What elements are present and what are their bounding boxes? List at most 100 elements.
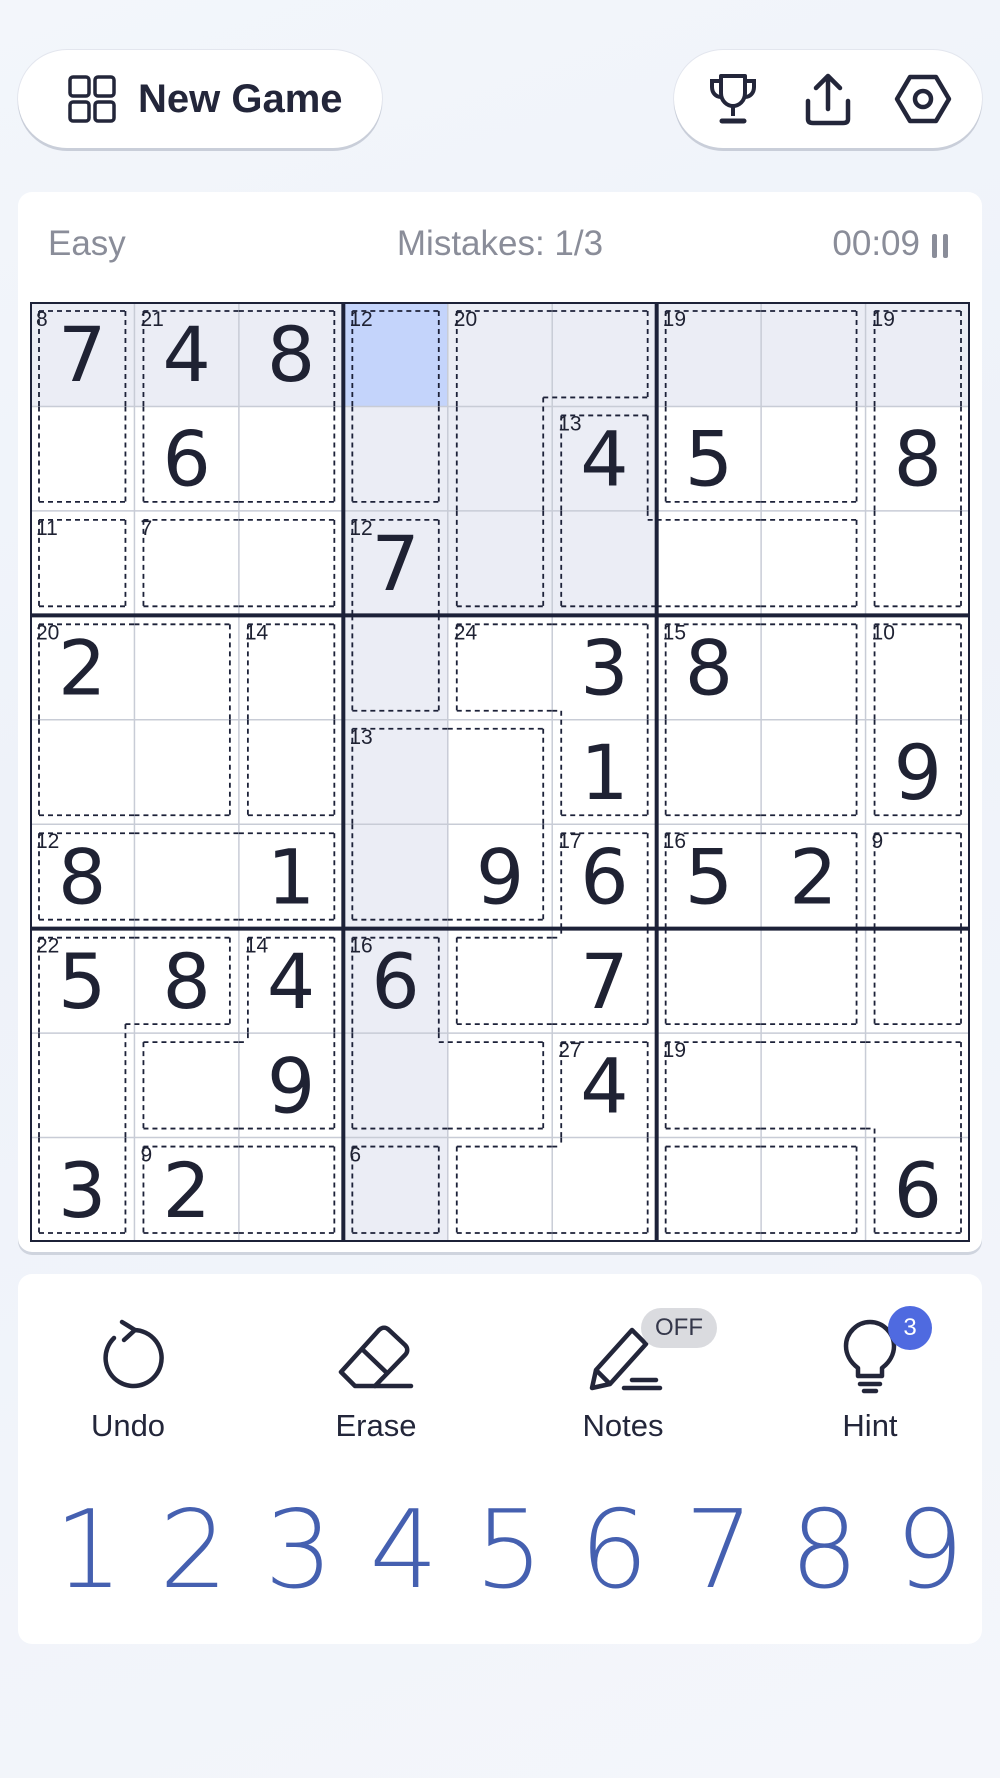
board-cell[interactable] <box>552 302 657 407</box>
cell-digit: 2 <box>58 624 106 713</box>
board-cell[interactable] <box>134 1033 239 1138</box>
board-cell[interactable] <box>238 1137 344 1242</box>
board-cell[interactable] <box>238 510 344 616</box>
hint-button[interactable]: 3 Hint <box>790 1306 950 1444</box>
cell-digit: 5 <box>685 415 733 504</box>
cell-digit: 6 <box>162 415 210 504</box>
number-button-3[interactable]: 3 <box>246 1486 351 1616</box>
board-cell[interactable] <box>552 510 657 616</box>
new-game-label: New Game <box>138 76 343 121</box>
cage-sum: 19 <box>663 308 686 331</box>
gear-icon <box>894 74 951 124</box>
notes-state-badge: OFF <box>641 1308 717 1348</box>
board-cell[interactable] <box>552 1137 657 1242</box>
board-cell[interactable] <box>238 406 344 511</box>
board-cell[interactable] <box>761 406 866 511</box>
number-button-9[interactable]: 9 <box>877 1486 982 1616</box>
board-cell[interactable] <box>343 406 448 511</box>
cell-digit: 8 <box>58 832 106 921</box>
board-cell[interactable] <box>761 928 866 1034</box>
board-cell[interactable] <box>656 1137 762 1242</box>
board-cell[interactable] <box>865 1033 970 1138</box>
cage-sum: 6 <box>349 1144 361 1167</box>
board-cell[interactable] <box>30 406 135 511</box>
cell-digit: 6 <box>580 832 628 921</box>
undo-icon <box>103 1319 164 1389</box>
cage-sum: 9 <box>140 1144 152 1167</box>
number-button-5[interactable]: 5 <box>456 1486 561 1616</box>
board-cell[interactable] <box>761 510 866 616</box>
cell-digit: 7 <box>580 937 628 1026</box>
number-button-7[interactable]: 7 <box>667 1486 772 1616</box>
board-cell[interactable] <box>134 824 239 929</box>
cage-sum: 19 <box>872 308 895 331</box>
sudoku-board[interactable]: 8 21 12 20 19 191311 7 1220 14 24 15 10121317 16 922 1… <box>30 302 970 1242</box>
board-cell[interactable] <box>865 928 970 1034</box>
share-icon <box>805 73 851 126</box>
number-button-4[interactable]: 4 <box>351 1486 456 1616</box>
controls-card: Undo Erase OFF Notes 3 Hint 1 2 3 4 5 6 … <box>18 1274 982 1644</box>
board-cell[interactable] <box>238 719 344 825</box>
cage-sum: 15 <box>663 621 686 644</box>
cage-sum: 20 <box>36 621 59 644</box>
cell-digit: 1 <box>580 728 628 817</box>
board-cell[interactable] <box>761 302 866 407</box>
new-game-button[interactable]: New Game <box>18 50 382 148</box>
board-cell[interactable] <box>761 1137 866 1242</box>
pause-icon[interactable] <box>930 232 950 260</box>
board-cell[interactable] <box>447 510 553 616</box>
cell-digit: 3 <box>58 1146 106 1235</box>
settings-button[interactable] <box>893 69 953 129</box>
board-cell[interactable] <box>447 406 553 511</box>
cage-sum: 10 <box>872 621 895 644</box>
cell-digit: 1 <box>267 832 315 921</box>
cage-sum: 9 <box>872 830 884 853</box>
board-cell[interactable] <box>761 615 866 720</box>
cage-sum: 22 <box>36 935 59 958</box>
cell-digit: 4 <box>162 310 210 399</box>
erase-label: Erase <box>335 1408 417 1443</box>
cage-sum: 16 <box>349 935 372 958</box>
number-button-1[interactable]: 1 <box>36 1486 141 1616</box>
cell-digit: 4 <box>267 937 315 1026</box>
erase-button[interactable]: Erase <box>296 1316 456 1444</box>
board-cell[interactable] <box>343 1033 448 1138</box>
share-button[interactable] <box>798 69 858 129</box>
board-cell[interactable] <box>761 1033 866 1138</box>
board-cell[interactable] <box>656 510 762 616</box>
number-button-2[interactable]: 2 <box>141 1486 246 1616</box>
cell-digit: 5 <box>58 937 106 1026</box>
cell-digit: 3 <box>580 624 628 713</box>
cage-sum: 7 <box>140 517 152 540</box>
board-cell[interactable] <box>447 928 553 1034</box>
notes-label: Notes <box>582 1408 664 1443</box>
cell-digit: 8 <box>267 310 315 399</box>
number-button-6[interactable]: 6 <box>562 1486 667 1616</box>
board-cell[interactable] <box>656 719 762 825</box>
cell-digit: 6 <box>371 937 419 1026</box>
board-cell[interactable] <box>656 928 762 1034</box>
board-cell[interactable] <box>30 719 135 825</box>
cell-digit: 8 <box>162 937 210 1026</box>
cage-sum: 16 <box>663 830 686 853</box>
cage-sum: 27 <box>558 1039 581 1062</box>
cage-sum: 13 <box>558 412 581 435</box>
board-cell[interactable] <box>343 615 448 720</box>
board-cell[interactable] <box>343 824 448 929</box>
board-cell[interactable] <box>30 1033 135 1138</box>
trophy-button[interactable] <box>703 69 763 129</box>
board-cell[interactable] <box>134 719 239 825</box>
board-cell[interactable] <box>134 615 239 720</box>
top-toolbar <box>674 50 982 148</box>
board-cell[interactable] <box>761 719 866 825</box>
notes-button[interactable]: OFF Notes <box>543 1308 717 1444</box>
cell-digit: 4 <box>580 1041 628 1130</box>
undo-button[interactable]: Undo <box>48 1316 208 1444</box>
trophy-icon <box>710 74 757 124</box>
board-cell[interactable] <box>447 719 553 825</box>
board-cell[interactable] <box>865 510 970 616</box>
number-button-8[interactable]: 8 <box>772 1486 877 1616</box>
cell-digit: 9 <box>267 1041 315 1130</box>
board-cell[interactable] <box>447 1033 553 1138</box>
board-cell[interactable] <box>447 1137 553 1242</box>
